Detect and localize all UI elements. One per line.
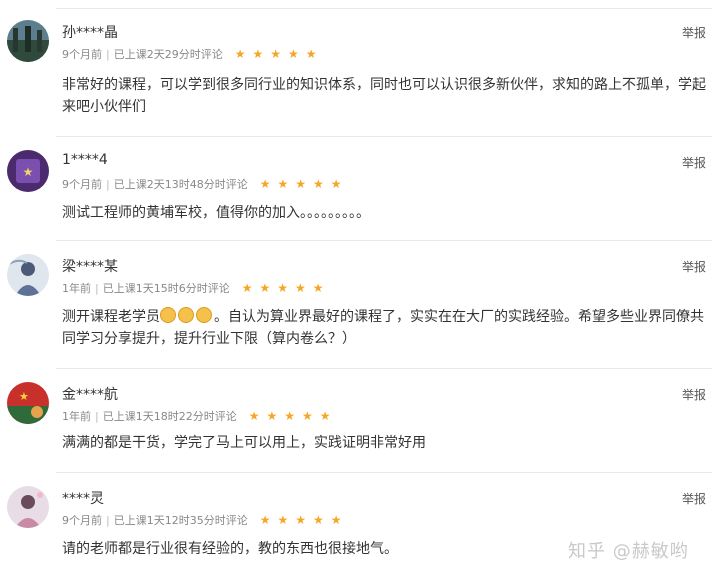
star-icon: ★ — [241, 281, 253, 295]
user-name: 梁****某 — [62, 259, 118, 275]
review-item: ****灵 举报 9个月前 | 已上课1天12时35分时评论 ★ ★ ★ ★ ★ 请的老… — [0, 472, 720, 581]
star-icon: ★ — [284, 409, 296, 423]
review-content: 测开课程老学员 。自认为算业界最好的课程了，实实在在大厂的实践经验。希望多些业界同… — [62, 306, 712, 350]
rating-stars: ★ ★ ★ ★ ★ — [242, 282, 324, 294]
star-icon: ★ — [288, 47, 299, 61]
study-progress: 已上课1天12时35分时评论 — [113, 514, 248, 527]
review-time: 1年前 — [62, 282, 91, 295]
star-icon: ★ — [248, 409, 260, 423]
review-content: 测试工程师的黄埔军校，值得你的加入。。。。。。。。。 — [62, 205, 370, 221]
divider — [56, 368, 712, 369]
user-name: ****灵 — [62, 491, 104, 507]
study-progress: 已上课1天18时22分时评论 — [102, 410, 237, 423]
review-item: 孙****晶 举报 9个月前 | 已上课2天29分时评论 ★ ★ ★ ★ ★ 非常好的课… — [0, 8, 720, 136]
star-icon: ★ — [302, 409, 313, 423]
review-meta: 9个月前 | 已上课1天12时35分时评论 ★ ★ ★ ★ ★ — [62, 512, 342, 528]
watermark: 知乎 @赫敏哟 — [568, 541, 689, 562]
meta-separator: | — [106, 177, 110, 191]
star-icon: ★ — [259, 281, 271, 295]
star-icon: ★ — [330, 177, 342, 191]
rating-stars: ★ ★ ★ ★ ★ — [260, 178, 342, 190]
rating-stars: ★ ★ ★ ★ ★ — [260, 514, 342, 526]
divider — [56, 8, 712, 9]
rating-stars: ★ ★ ★ ★ ★ — [235, 48, 317, 60]
rating-stars: ★ ★ ★ ★ ★ — [249, 410, 331, 422]
grin-emoji-icon — [178, 307, 194, 323]
star-icon: ★ — [295, 513, 307, 527]
report-button[interactable]: 举报 — [682, 154, 706, 171]
review-content: 非常好的课程，可以学到很多同行业的知识体系，同时也可以认识很多新伙伴，求知的路上… — [62, 77, 706, 115]
review-time: 1年前 — [62, 410, 91, 423]
meta-separator: | — [106, 47, 110, 61]
svg-text:★: ★ — [23, 165, 34, 179]
star-icon: ★ — [252, 47, 264, 61]
review-time: 9个月前 — [62, 48, 102, 61]
grin-emoji-icon — [160, 307, 176, 323]
study-progress: 已上课1天15时6分时评论 — [102, 282, 230, 295]
review-time: 9个月前 — [62, 514, 102, 527]
review-meta: 1年前 | 已上课1天18时22分时评论 ★ ★ ★ ★ ★ — [62, 408, 331, 424]
review-item: ★ 金****航 举报 1年前 | 已上课1天18时22分时评论 ★ ★ ★ ★ ★ 满… — [0, 368, 720, 472]
star-icon: ★ — [270, 47, 282, 61]
meta-separator: | — [95, 409, 99, 423]
review-content: 满满的都是干货，学完了马上可以用上，实践证明非常好用 — [62, 435, 426, 451]
report-button[interactable]: 举报 — [682, 258, 706, 275]
review-item: ★ 1****4 举报 9个月前 | 已上课2天13时48分时评论 ★ ★ ★ ★ ★ … — [0, 136, 720, 240]
star-icon: ★ — [305, 47, 317, 61]
divider — [56, 240, 712, 241]
avatar[interactable]: ★ — [7, 150, 49, 192]
star-icon: ★ — [295, 281, 306, 295]
svg-text:★: ★ — [19, 390, 29, 403]
star-icon: ★ — [312, 281, 324, 295]
review-item: 梁****某 举报 1年前 | 已上课1天15时6分时评论 ★ ★ ★ ★ ★ 测开课程… — [0, 240, 720, 368]
review-meta: 9个月前 | 已上课2天29分时评论 ★ ★ ★ ★ ★ — [62, 46, 317, 62]
star-icon: ★ — [266, 409, 278, 423]
star-icon: ★ — [277, 177, 289, 191]
user-name: 金****航 — [62, 387, 118, 403]
review-meta: 1年前 | 已上课1天15时6分时评论 ★ ★ ★ ★ ★ — [62, 280, 324, 296]
content-prefix: 测开课程老学员 — [62, 309, 160, 325]
star-icon: ★ — [234, 47, 246, 61]
star-icon: ★ — [277, 281, 289, 295]
report-button[interactable]: 举报 — [682, 490, 706, 507]
divider — [56, 136, 712, 137]
avatar[interactable] — [7, 254, 49, 296]
review-time: 9个月前 — [62, 178, 102, 191]
user-name: 1****4 — [62, 152, 108, 168]
meta-separator: | — [106, 513, 110, 527]
star-icon: ★ — [319, 409, 331, 423]
avatar[interactable] — [7, 20, 49, 62]
study-progress: 已上课2天13时48分时评论 — [113, 178, 248, 191]
star-icon: ★ — [313, 177, 324, 191]
avatar[interactable] — [7, 486, 49, 528]
study-progress: 已上课2天29分时评论 — [113, 48, 223, 61]
meta-separator: | — [95, 281, 99, 295]
star-icon: ★ — [277, 513, 289, 527]
star-icon: ★ — [313, 513, 324, 527]
avatar[interactable]: ★ — [7, 382, 49, 424]
star-icon: ★ — [259, 177, 271, 191]
star-icon: ★ — [330, 513, 342, 527]
divider — [56, 472, 712, 473]
star-icon: ★ — [259, 513, 271, 527]
star-icon: ★ — [295, 177, 307, 191]
review-meta: 9个月前 | 已上课2天13时48分时评论 ★ ★ ★ ★ ★ — [62, 176, 342, 192]
report-button[interactable]: 举报 — [682, 24, 706, 41]
report-button[interactable]: 举报 — [682, 386, 706, 403]
user-name: 孙****晶 — [62, 25, 118, 41]
grin-emoji-icon — [196, 307, 212, 323]
